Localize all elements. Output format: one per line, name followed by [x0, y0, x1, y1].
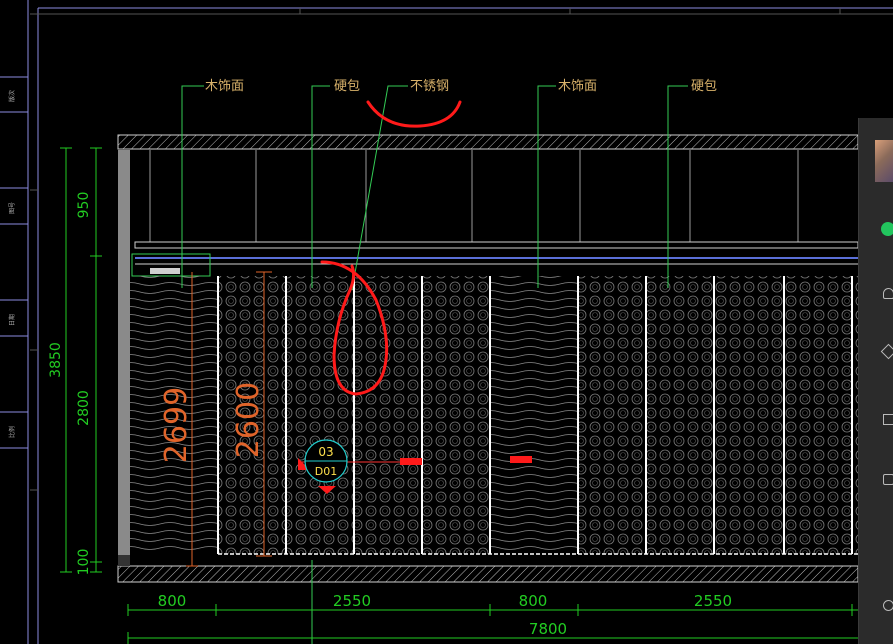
- label-wood-finish: 木饰面: [558, 79, 597, 94]
- dim-width-1: 800: [158, 592, 187, 610]
- dim-total-width: 7800: [529, 620, 567, 638]
- left-column: [118, 150, 130, 555]
- section-marker-number: 03: [318, 445, 333, 459]
- dim-ceiling-height: 950: [76, 192, 92, 219]
- side-toolbar: [858, 118, 893, 644]
- dim-panel-b: 2600: [231, 382, 266, 458]
- title-block-label: 图号: [9, 202, 16, 214]
- hard-pack-panel: [578, 276, 858, 554]
- avatar-thumbnail[interactable]: [875, 140, 893, 182]
- dim-width-3: 800: [519, 592, 548, 610]
- cube-icon[interactable]: [880, 343, 893, 360]
- horizontal-dimensions: [127, 604, 858, 644]
- label-hard-pack: 硬包: [334, 79, 360, 94]
- window-icon[interactable]: [883, 414, 893, 425]
- title-block-label: 版次: [8, 90, 16, 102]
- wood-panel: [490, 276, 578, 554]
- dim-total-height: 3850: [48, 342, 64, 378]
- title-block-label: 比例: [8, 426, 16, 438]
- gear-icon[interactable]: [883, 600, 893, 611]
- chat-icon[interactable]: [881, 222, 893, 236]
- ceiling-keel: [134, 241, 859, 249]
- title-block-label: 日期: [8, 314, 16, 326]
- dim-wall-height: 2800: [76, 390, 92, 426]
- floor-slab: [117, 565, 859, 583]
- section-marker-sheet: D01: [315, 465, 337, 478]
- dim-width-2: 2550: [333, 592, 371, 610]
- box-icon[interactable]: [883, 474, 893, 485]
- label-hard-pack: 硬包: [691, 79, 717, 94]
- ceiling-hangers: [149, 150, 799, 242]
- floor-base: [118, 555, 130, 566]
- label-wood-finish: 木饰面: [205, 79, 244, 94]
- ceiling-slab: [117, 134, 859, 150]
- dim-width-4: 2550: [694, 592, 732, 610]
- dim-panel-a: 2699: [159, 387, 194, 463]
- user-icon[interactable]: [883, 288, 893, 299]
- cad-drawing-canvas[interactable]: 版次 图号 日期 比例 木饰面 硬包 不锈钢 木饰面 硬包 3850 950 2…: [0, 0, 893, 644]
- title-block: 版次 图号 日期 比例: [0, 0, 29, 644]
- dim-base-height: 100: [76, 549, 92, 576]
- label-stainless-steel: 不锈钢: [410, 79, 449, 94]
